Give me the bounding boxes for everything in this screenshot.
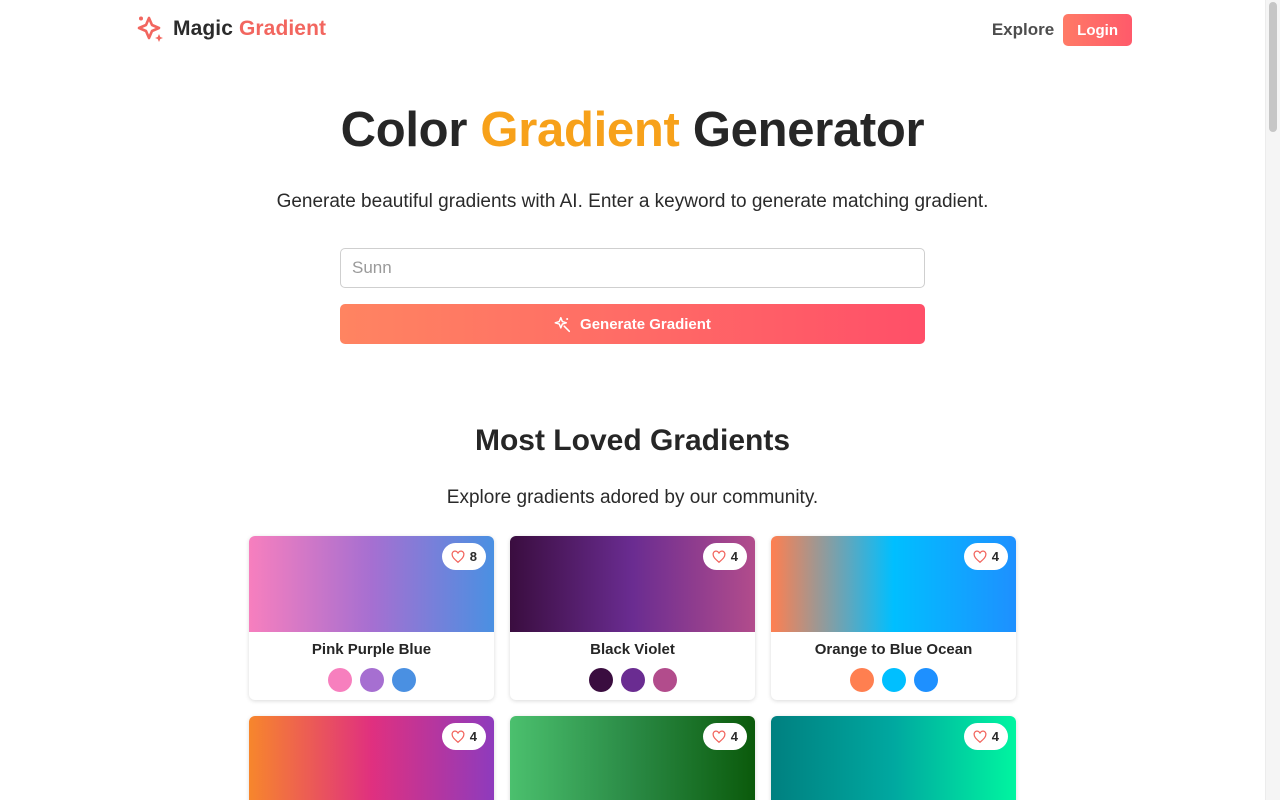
color-dot[interactable] bbox=[588, 668, 613, 692]
brand-name: Magic Gradient bbox=[173, 17, 327, 40]
generate-button-label: Generate Gradient bbox=[580, 315, 711, 333]
color-dot[interactable] bbox=[391, 668, 416, 692]
color-dot[interactable] bbox=[913, 668, 938, 692]
color-dot[interactable] bbox=[652, 668, 677, 692]
like-count: 4 bbox=[730, 729, 738, 744]
color-stops bbox=[771, 668, 1016, 692]
color-dot[interactable] bbox=[327, 668, 352, 692]
sparkle-logo-icon bbox=[137, 16, 163, 42]
login-button[interactable]: Login bbox=[1063, 14, 1132, 46]
like-count: 4 bbox=[730, 549, 738, 564]
heart-icon bbox=[973, 549, 987, 563]
gradient-card[interactable]: 4 bbox=[510, 716, 755, 800]
heart-icon bbox=[451, 549, 465, 563]
color-dot[interactable] bbox=[620, 668, 645, 692]
top-nav: Magic Gradient Explore Login bbox=[0, 0, 1265, 60]
color-stops bbox=[249, 668, 494, 692]
nav-links: Explore Login bbox=[992, 14, 1132, 46]
page-scrollbar[interactable] bbox=[1265, 0, 1280, 800]
color-dot[interactable] bbox=[881, 668, 906, 692]
heart-icon bbox=[712, 729, 726, 743]
page-title: Color Gradient Generator bbox=[340, 103, 925, 157]
color-dot[interactable] bbox=[359, 668, 384, 692]
like-button[interactable]: 4 bbox=[963, 543, 1008, 570]
like-button[interactable]: 4 bbox=[702, 543, 747, 570]
color-dot[interactable] bbox=[849, 668, 874, 692]
like-button[interactable]: 8 bbox=[441, 543, 486, 570]
hero-subtitle: Generate beautiful gradients with AI. En… bbox=[276, 191, 989, 212]
loved-section-title: Most Loved Gradients bbox=[474, 424, 791, 457]
like-count: 4 bbox=[469, 729, 477, 744]
gradient-card[interactable]: 4 Black Violet bbox=[510, 536, 755, 700]
scrollbar-thumb[interactable] bbox=[1269, 2, 1277, 132]
heart-icon bbox=[712, 549, 726, 563]
generate-gradient-button[interactable]: Generate Gradient bbox=[340, 304, 925, 344]
like-count: 4 bbox=[991, 729, 999, 744]
nav-explore-link[interactable]: Explore bbox=[992, 20, 1054, 40]
gradient-card[interactable]: 8 Pink Purple Blue bbox=[249, 536, 494, 700]
like-button[interactable]: 4 bbox=[702, 723, 747, 750]
loved-section-subtitle: Explore gradients adored by our communit… bbox=[446, 487, 819, 508]
gradient-name: Orange to Blue Ocean bbox=[814, 641, 973, 658]
keyword-input[interactable] bbox=[340, 248, 925, 288]
gradient-name: Black Violet bbox=[590, 641, 675, 658]
color-stops bbox=[510, 668, 755, 692]
gradient-card[interactable]: 4 Orange to Blue Ocean bbox=[771, 536, 1016, 700]
like-count: 8 bbox=[469, 549, 477, 564]
gradient-name: Pink Purple Blue bbox=[311, 641, 432, 658]
like-button[interactable]: 4 bbox=[441, 723, 486, 750]
magic-wand-icon bbox=[554, 316, 571, 332]
brand-logo[interactable]: Magic Gradient bbox=[136, 14, 326, 44]
like-button[interactable]: 4 bbox=[963, 723, 1008, 750]
heart-icon bbox=[973, 729, 987, 743]
gradient-card[interactable]: 4 bbox=[771, 716, 1016, 800]
heart-icon bbox=[451, 729, 465, 743]
gradient-card[interactable]: 4 bbox=[249, 716, 494, 800]
like-count: 4 bbox=[991, 549, 999, 564]
